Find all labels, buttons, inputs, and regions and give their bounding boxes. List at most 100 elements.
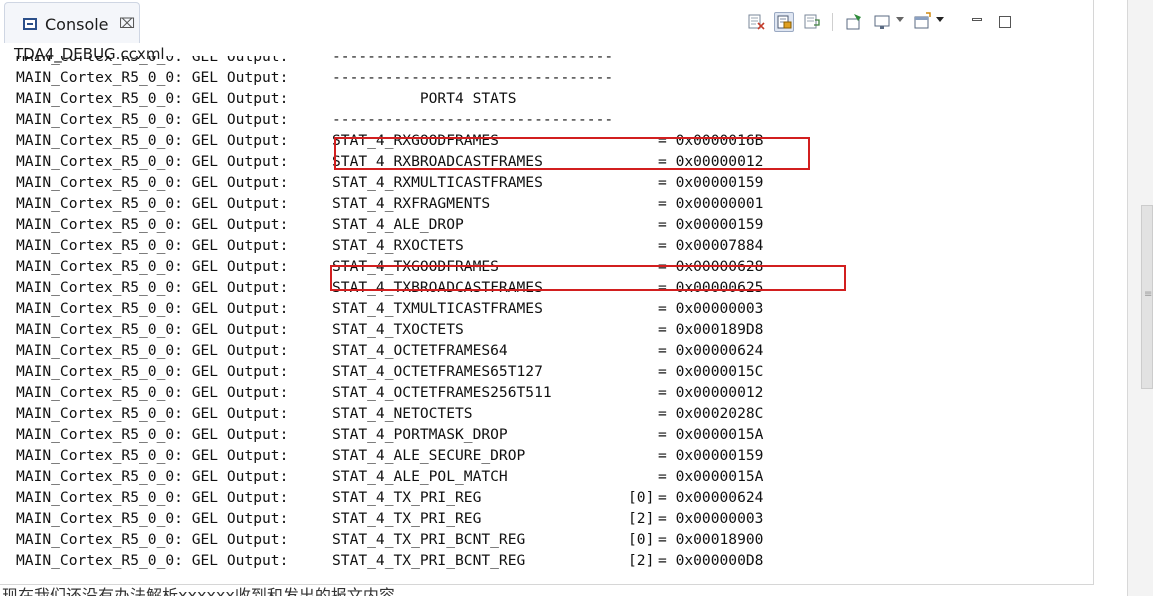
toolbar-separator — [832, 13, 833, 31]
stat-value: = 0x00000624 — [658, 342, 764, 359]
stat-index: [0] — [628, 531, 655, 548]
stat-value: = 0x00000012 — [658, 384, 764, 401]
console-line: MAIN_Cortex_R5_0_0: GEL Output: STAT_4_OC… — [16, 382, 763, 403]
minimize-icon[interactable] — [972, 18, 982, 21]
stat-index: [2] — [628, 510, 655, 527]
highlight-box-tx — [330, 265, 846, 291]
stat-name: STAT_4_RXMULTICASTFRAMES — [332, 174, 543, 191]
line-prefix: MAIN_Cortex_R5_0_0: GEL Output: — [16, 384, 289, 401]
line-prefix: MAIN_Cortex_R5_0_0: GEL Output: — [16, 111, 289, 128]
console-line: MAIN_Cortex_R5_0_0: GEL Output: STAT_4_TX… — [16, 550, 763, 571]
line-prefix: MAIN_Cortex_R5_0_0: GEL Output: — [16, 216, 289, 233]
line-prefix: MAIN_Cortex_R5_0_0: GEL Output: — [16, 510, 289, 527]
tab-console[interactable]: Console ⌧ — [4, 2, 140, 43]
console-line: MAIN_Cortex_R5_0_0: GEL Output: STAT_4_TX… — [16, 298, 763, 319]
console-line: MAIN_Cortex_R5_0_0: GEL Output: STAT_4_NE… — [16, 403, 763, 424]
stat-value: = 0x00000624 — [658, 489, 764, 506]
stat-value: = 0x00000159 — [658, 447, 764, 464]
console-line: MAIN_Cortex_R5_0_0: GEL Output: ---------… — [16, 109, 613, 130]
stat-value: = 0x000189D8 — [658, 321, 764, 338]
console-line: MAIN_Cortex_R5_0_0: GEL Output: STAT_4_TX… — [16, 256, 763, 277]
stat-name: STAT_4_TX_PRI_BCNT_REG — [332, 552, 526, 569]
line-prefix: MAIN_Cortex_R5_0_0: GEL Output: — [16, 321, 289, 338]
stat-name: STAT_4_ALE_DROP — [332, 216, 464, 233]
tab-bar: Console ⌧ — [0, 0, 1093, 44]
console-line: MAIN_Cortex_R5_0_0: GEL Output: STAT_4_RX… — [16, 130, 763, 151]
console-line: MAIN_Cortex_R5_0_0: GEL Output: STAT_4_OC… — [16, 340, 763, 361]
grip-icon: ≡ — [1144, 289, 1153, 300]
stat-name: STAT_4_PORTMASK_DROP — [332, 426, 508, 443]
line-prefix: MAIN_Cortex_R5_0_0: GEL Output: — [16, 342, 289, 359]
line-prefix: MAIN_Cortex_R5_0_0: GEL Output: — [16, 489, 289, 506]
console-line: MAIN_Cortex_R5_0_0: GEL Output: STAT_4_TX… — [16, 277, 763, 298]
tab-label: Console — [45, 15, 109, 34]
maximize-icon[interactable] — [999, 16, 1011, 28]
console-line: MAIN_Cortex_R5_0_0: GEL Output: STAT_4_AL… — [16, 445, 763, 466]
line-prefix: MAIN_Cortex_R5_0_0: GEL Output: — [16, 195, 289, 212]
stat-name: STAT_4_OCTETFRAMES65T127 — [332, 363, 543, 380]
highlight-box-rx — [334, 137, 810, 170]
stat-value: = 0x00007884 — [658, 237, 764, 254]
console-line: MAIN_Cortex_R5_0_0: GEL Output: STAT_4_RX… — [16, 151, 763, 172]
stat-name: STAT_4_ALE_POL_MATCH — [332, 468, 508, 485]
console-line: MAIN_Cortex_R5_0_0: GEL Output: STAT_4_AL… — [16, 214, 763, 235]
stat-value: = 0x0002028C — [658, 405, 764, 422]
stat-name: -------------------------------- — [332, 111, 614, 128]
display-selected-console-icon[interactable] — [872, 12, 892, 32]
clear-console-icon[interactable] — [746, 12, 766, 32]
stat-name: STAT_4_ALE_SECURE_DROP — [332, 447, 526, 464]
line-prefix: MAIN_Cortex_R5_0_0: GEL Output: — [16, 552, 289, 569]
stat-name: -------------------------------- — [332, 56, 614, 65]
stat-value: = 0x00000001 — [658, 195, 764, 212]
stat-name: STAT_4_TXMULTICASTFRAMES — [332, 300, 543, 317]
console-line: MAIN_Cortex_R5_0_0: GEL Output: PORT4 ST… — [16, 88, 517, 109]
stat-value: = 0x0000015A — [658, 468, 764, 485]
stat-name: STAT_4_TX_PRI_REG — [332, 489, 482, 506]
chevron-down-icon[interactable] — [936, 17, 944, 22]
console-line: MAIN_Cortex_R5_0_0: GEL Output: STAT_4_RX… — [16, 172, 763, 193]
console-output[interactable]: MAIN_Cortex_R5_0_0: GEL Output: ---------… — [16, 56, 1076, 584]
line-prefix: MAIN_Cortex_R5_0_0: GEL Output: — [16, 56, 289, 65]
stat-name: STAT_4_OCTETFRAMES256T511 — [332, 384, 552, 401]
close-icon[interactable]: ⌧ — [119, 16, 135, 32]
line-prefix: MAIN_Cortex_R5_0_0: GEL Output: — [16, 132, 289, 149]
line-prefix: MAIN_Cortex_R5_0_0: GEL Output: — [16, 279, 289, 296]
console-line: MAIN_Cortex_R5_0_0: GEL Output: STAT_4_AL… — [16, 466, 763, 487]
stat-index: [2] — [628, 552, 655, 569]
stat-value: = 0x000000D8 — [658, 552, 764, 569]
console-line: MAIN_Cortex_R5_0_0: GEL Output: STAT_4_TX… — [16, 319, 763, 340]
line-prefix: MAIN_Cortex_R5_0_0: GEL Output: — [16, 363, 289, 380]
stat-value: = 0x00000159 — [658, 174, 764, 191]
console-toolbar — [740, 10, 1080, 36]
console-line: MAIN_Cortex_R5_0_0: GEL Output: STAT_4_RX… — [16, 193, 763, 214]
line-prefix: MAIN_Cortex_R5_0_0: GEL Output: — [16, 426, 289, 443]
pin-console-icon[interactable] — [844, 12, 864, 32]
console-line: MAIN_Cortex_R5_0_0: GEL Output: STAT_4_OC… — [16, 361, 763, 382]
stat-value: = 0x0000015A — [658, 426, 764, 443]
stat-value: = 0x00000003 — [658, 300, 764, 317]
line-prefix: MAIN_Cortex_R5_0_0: GEL Output: — [16, 174, 289, 191]
line-prefix: MAIN_Cortex_R5_0_0: GEL Output: — [16, 237, 289, 254]
console-line: MAIN_Cortex_R5_0_0: GEL Output: STAT_4_RX… — [16, 235, 763, 256]
line-prefix: MAIN_Cortex_R5_0_0: GEL Output: — [16, 300, 289, 317]
chevron-down-icon[interactable] — [896, 17, 904, 22]
caption-text: 现在我们还没有办法解析xxxxxx收到和发出的报文内容 — [2, 586, 395, 596]
stat-name: STAT_4_TX_PRI_BCNT_REG — [332, 531, 526, 548]
console-line: MAIN_Cortex_R5_0_0: GEL Output: STAT_4_PO… — [16, 424, 763, 445]
console-view: Console ⌧ TDA4_DEBUG.ccxml MAIN_Cortex_R… — [0, 0, 1094, 585]
stat-name: -------------------------------- — [332, 69, 614, 86]
console-icon — [23, 18, 37, 30]
line-prefix: MAIN_Cortex_R5_0_0: GEL Output: — [16, 447, 289, 464]
word-wrap-icon[interactable] — [802, 12, 822, 32]
line-prefix: MAIN_Cortex_R5_0_0: GEL Output: — [16, 468, 289, 485]
console-line: MAIN_Cortex_R5_0_0: GEL Output: ---------… — [16, 67, 613, 88]
console-line: MAIN_Cortex_R5_0_0: GEL Output: ---------… — [16, 56, 613, 67]
open-console-icon[interactable] — [912, 12, 932, 32]
scroll-lock-icon[interactable] — [774, 12, 794, 32]
stat-name: STAT_4_OCTETFRAMES64 — [332, 342, 508, 359]
line-prefix: MAIN_Cortex_R5_0_0: GEL Output: — [16, 405, 289, 422]
stat-value: = 0x00018900 — [658, 531, 764, 548]
stat-name: STAT_4_RXFRAGMENTS — [332, 195, 491, 212]
line-prefix: MAIN_Cortex_R5_0_0: GEL Output: — [16, 90, 289, 107]
stat-name: STAT_4_TX_PRI_REG — [332, 510, 482, 527]
